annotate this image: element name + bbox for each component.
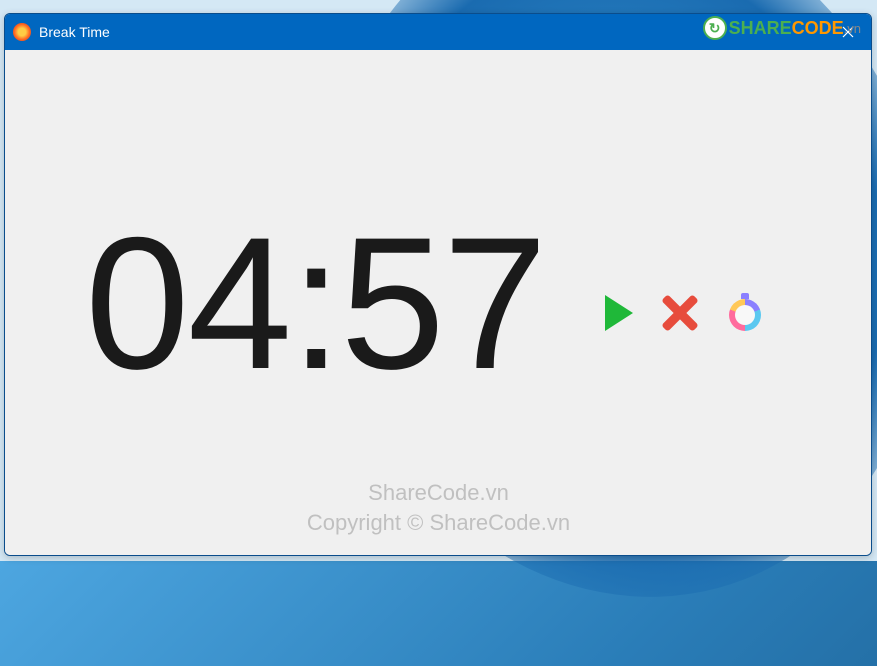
watermark-text-2: Copyright © ShareCode.vn	[307, 510, 570, 536]
timer-display: 04:57	[85, 209, 545, 397]
cancel-icon	[661, 294, 699, 332]
stopwatch-icon	[727, 295, 763, 331]
window-title: Break Time	[39, 24, 110, 40]
app-icon	[13, 23, 31, 41]
logo-circle-icon: ↻	[703, 16, 727, 40]
cancel-button[interactable]	[661, 294, 699, 332]
controls-group	[605, 294, 763, 332]
watermark-brand-code: CODE	[792, 18, 844, 39]
watermark-brand-suffix: .vn	[844, 21, 861, 36]
play-icon	[605, 295, 633, 331]
app-window: Break Time 04:57	[4, 13, 872, 556]
play-button[interactable]	[605, 295, 633, 331]
stopwatch-button[interactable]	[727, 295, 763, 331]
watermark-text-1: ShareCode.vn	[368, 480, 509, 506]
watermark-logo: ↻ SHARECODE.vn	[703, 16, 861, 40]
watermark-brand-share: SHARE	[729, 18, 792, 39]
